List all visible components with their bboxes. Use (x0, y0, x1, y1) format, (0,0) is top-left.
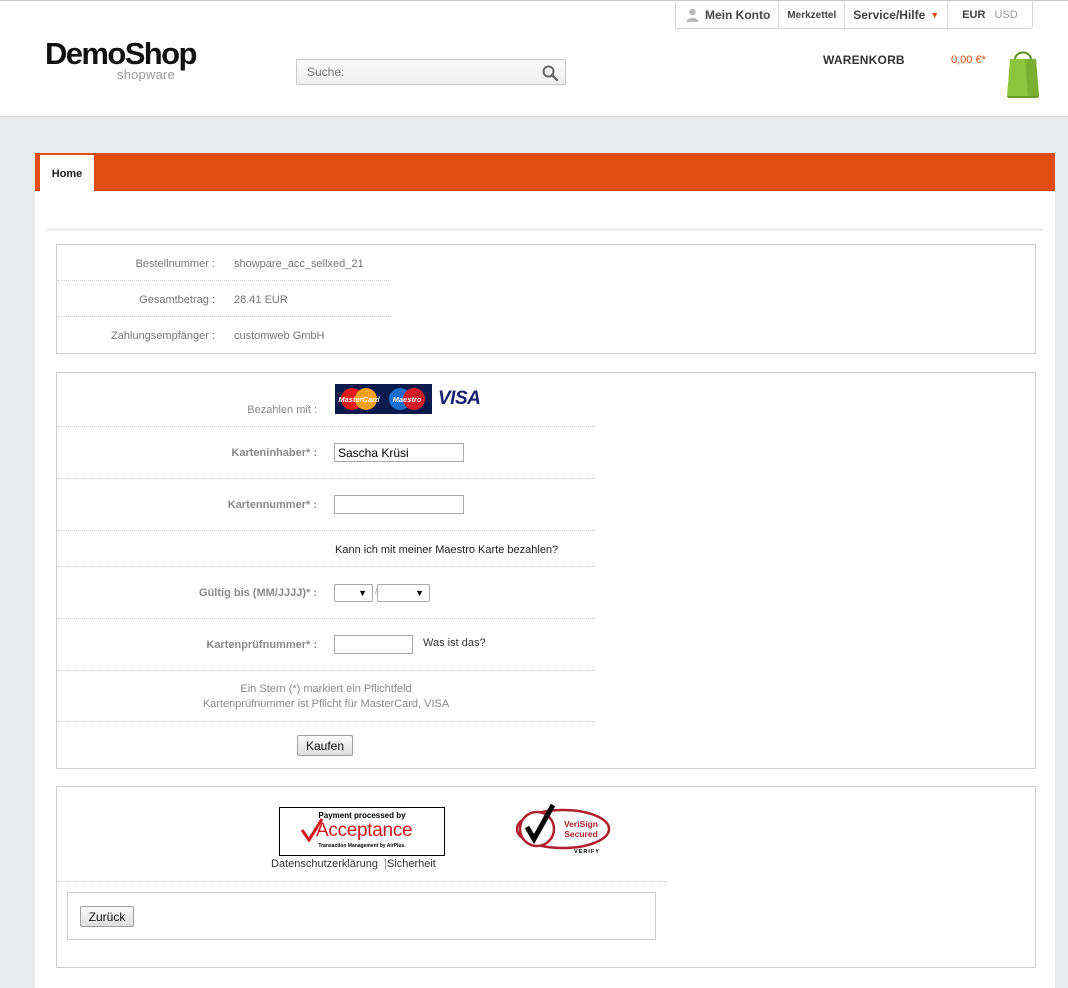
account-label: Mein Konto (705, 8, 771, 22)
logo-text: DemoShop (45, 36, 197, 71)
card-holder-input[interactable] (334, 443, 464, 462)
total-amount-label: Gesamtbetrag : (139, 294, 215, 306)
cart-link[interactable]: WARENKORB (823, 53, 905, 67)
privacy-link[interactable]: Datenschutzerklärung (271, 858, 378, 870)
payee-label: Zahlungsempfänger : (111, 330, 215, 342)
maestro-hint-link[interactable]: Kann ich mit meiner Maestro Karte bezahl… (335, 544, 558, 556)
footer-links: Datenschutzerklärung |Sicherheit (271, 858, 436, 870)
visa-logo: VISA (438, 388, 481, 409)
card-holder-row: Karteninhaber* : (57, 427, 595, 479)
back-button[interactable]: Zurück (80, 906, 134, 927)
divider (47, 228, 1043, 231)
cvc-input[interactable] (334, 635, 413, 654)
tab-home[interactable]: Home (40, 155, 94, 192)
cvc-required-note: Kartenprüfnummer ist Pflicht für MasterC… (202, 698, 450, 710)
shopping-bag-icon[interactable] (1003, 46, 1043, 98)
payee-value: customweb GmbH (234, 330, 325, 342)
cvc-row: Kartenprüfnummer* : Was ist das? (57, 619, 595, 671)
verisign-seal[interactable]: VeriSign Secured VERIFY (515, 799, 613, 855)
search-icon[interactable] (541, 64, 559, 82)
acceptance-line3: Transaction Management by AirPlus. (318, 843, 406, 849)
site-header: DemoShop shopware Mein Konto Merkzettel … (0, 0, 1068, 117)
currency-switcher: EUR USD (948, 2, 1031, 28)
acceptance-text: Acceptance (316, 820, 413, 841)
cvc-label: Kartenprüfnummer* : (206, 639, 317, 651)
service-label: Service/Hilfe (853, 8, 926, 22)
wishlist-link[interactable]: Merkzettel (779, 2, 846, 28)
card-number-row: Kartennummer* : (57, 479, 595, 531)
order-number-label: Bestellnummer : (135, 258, 215, 270)
order-info-row: Gesamtbetrag : 28.41 EUR (57, 281, 391, 317)
buy-button[interactable]: Kaufen (297, 735, 353, 756)
currency-usd[interactable]: USD (994, 9, 1017, 21)
logo-subtext: shopware (117, 67, 175, 82)
search-input[interactable] (297, 60, 533, 84)
maestro-text: Maestro (393, 395, 422, 404)
secured-text: Secured (564, 829, 598, 839)
total-amount-value: 28.41 EUR (234, 294, 288, 306)
order-number-value: showpare_acc_sellxed_21 (234, 258, 364, 270)
security-link[interactable]: Sicherheit (387, 858, 436, 870)
currency-eur[interactable]: EUR (962, 9, 985, 21)
account-link[interactable]: Mein Konto (676, 2, 780, 28)
back-button-container: Zurück (67, 892, 656, 940)
dropdown-arrow-icon: ▼ (358, 588, 367, 598)
card-holder-label: Karteninhaber* : (231, 447, 317, 459)
mastercard-maestro-logo: MasterCard Maestro (335, 384, 432, 414)
cart-amount: 0,00 €* (951, 54, 986, 66)
expiry-year-select[interactable]: ▼ (377, 584, 430, 602)
main-content: Home Bestellnummer : showpare_acc_sellxe… (35, 153, 1055, 988)
order-info-row: Bestellnummer : showpare_acc_sellxed_21 (57, 245, 391, 281)
pay-with-label: Bezahlen mit : (247, 404, 317, 416)
order-info-row: Zahlungsempfänger : customweb GmbH (57, 317, 391, 353)
acceptance-wordmark: Acceptance (280, 818, 444, 842)
cvc-help-link[interactable]: Was ist das? (423, 637, 486, 649)
user-icon (686, 8, 699, 22)
card-logos: MasterCard Maestro VISA (335, 384, 481, 414)
verify-text: VERIFY (574, 849, 600, 855)
acceptance-logo: Payment processed by Acceptance Transact… (279, 807, 445, 856)
wishlist-label: Merkzettel (787, 9, 837, 21)
divider (57, 881, 667, 882)
mastercard-text: MasterCard (338, 395, 380, 404)
maestro-hint-row: Kann ich mit meiner Maestro Karte bezahl… (57, 531, 595, 567)
main-navigation: Home (35, 153, 1055, 192)
chevron-down-icon: ▼ (930, 10, 940, 20)
verisign-text: VeriSign (564, 819, 598, 829)
dropdown-arrow-icon: ▼ (415, 588, 424, 598)
shop-logo[interactable]: DemoShop shopware (45, 36, 197, 83)
notes-row: Ein Stern (*) markiert ein Pflichtfeld K… (57, 671, 595, 722)
pay-with-row: Bezahlen mit : MasterCard Maestro VISA (57, 373, 595, 427)
top-service-bar: Mein Konto Merkzettel Service/Hilfe ▼ EU… (675, 2, 1033, 29)
required-note: Ein Stern (*) markiert ein Pflichtfeld (240, 683, 412, 695)
card-number-label: Kartennummer* : (227, 499, 317, 511)
payment-form: Bezahlen mit : MasterCard Maestro VISA K… (56, 372, 1036, 769)
expiry-row: Gültig bis (MM/JJJJ)* : ▼ / ▼ (57, 567, 595, 619)
service-menu[interactable]: Service/Hilfe ▼ (845, 2, 949, 28)
expiry-month-select[interactable]: ▼ (334, 584, 373, 602)
search-box (296, 59, 566, 85)
footer-box: Payment processed by Acceptance Transact… (56, 786, 1036, 968)
card-number-input[interactable] (334, 495, 464, 514)
expiry-label: Gültig bis (MM/JJJJ)* : (199, 587, 317, 599)
order-info-box: Bestellnummer : showpare_acc_sellxed_21 … (56, 244, 1036, 354)
